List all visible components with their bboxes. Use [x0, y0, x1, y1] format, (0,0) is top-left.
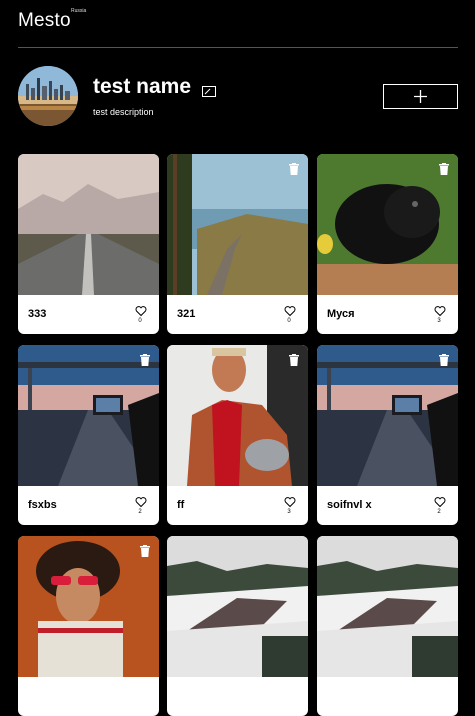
trash-icon[interactable] — [439, 163, 449, 175]
profile: test name test description — [18, 66, 458, 128]
card-image[interactable] — [167, 536, 308, 677]
heart-icon[interactable] — [434, 496, 446, 508]
card-title: 333 — [28, 308, 47, 320]
card: ff 3 — [167, 345, 308, 525]
card: soifnvl x 2 — [317, 345, 458, 525]
avatar-city-image — [18, 66, 78, 126]
like-count: 3 — [287, 509, 291, 515]
logo[interactable]: Mesto — [18, 10, 71, 32]
like-count: 0 — [138, 318, 142, 324]
plus-icon — [414, 90, 427, 103]
card — [317, 536, 458, 716]
card: fsxbs 2 — [18, 345, 159, 525]
header-divider — [18, 47, 458, 48]
like-count: 2 — [437, 509, 441, 515]
card-title: ff — [177, 499, 185, 511]
trash-icon[interactable] — [289, 163, 299, 175]
card-image[interactable] — [317, 154, 458, 295]
card-image[interactable] — [18, 154, 159, 295]
heart-icon[interactable] — [434, 305, 446, 317]
heart-icon[interactable] — [135, 496, 147, 508]
card-title: soifnvl x — [327, 499, 372, 511]
avatar[interactable] — [18, 66, 78, 126]
like-count: 2 — [138, 509, 142, 515]
heart-icon[interactable] — [284, 305, 296, 317]
card: Муся 3 — [317, 154, 458, 334]
card — [167, 536, 308, 716]
trash-icon[interactable] — [140, 545, 150, 557]
card: 333 0 — [18, 154, 159, 334]
trash-icon[interactable] — [140, 354, 150, 366]
profile-description: test description — [93, 107, 154, 117]
card — [18, 536, 159, 716]
card: 321 0 — [167, 154, 308, 334]
card-title: Муся — [327, 308, 355, 320]
card-image[interactable] — [167, 345, 308, 486]
card-image[interactable] — [18, 345, 159, 486]
pencil-icon — [204, 88, 211, 95]
add-card-button[interactable] — [383, 84, 458, 109]
heart-icon[interactable] — [284, 496, 296, 508]
profile-name: test name — [93, 75, 192, 98]
card-title: fsxbs — [28, 499, 57, 511]
card-image[interactable] — [317, 536, 458, 677]
card-image[interactable] — [18, 536, 159, 677]
like-count: 3 — [437, 318, 441, 324]
trash-icon[interactable] — [289, 354, 299, 366]
trash-icon[interactable] — [439, 354, 449, 366]
card-image[interactable] — [167, 154, 308, 295]
card-title: 321 — [177, 308, 196, 320]
logo-subtitle: Russia — [71, 8, 87, 14]
edit-profile-button[interactable] — [202, 86, 216, 97]
heart-icon[interactable] — [135, 305, 147, 317]
card-image[interactable] — [317, 345, 458, 486]
like-count: 0 — [287, 318, 291, 324]
header: Mesto Russia — [18, 6, 458, 48]
